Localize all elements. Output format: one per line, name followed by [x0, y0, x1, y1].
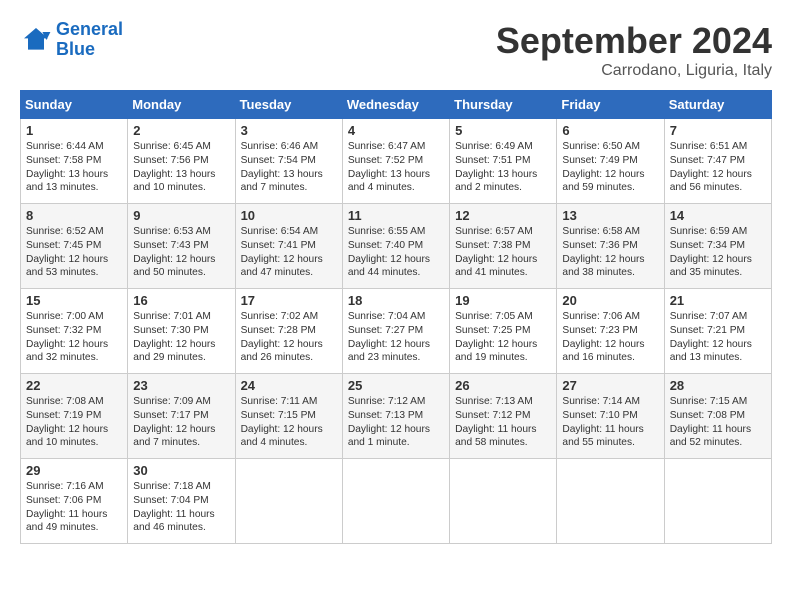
table-row: 30Sunrise: 7:18 AMSunset: 7:04 PMDayligh…	[128, 459, 235, 544]
table-row: 3Sunrise: 6:46 AMSunset: 7:54 PMDaylight…	[235, 119, 342, 204]
table-row: 20Sunrise: 7:06 AMSunset: 7:23 PMDayligh…	[557, 289, 664, 374]
table-row: 18Sunrise: 7:04 AMSunset: 7:27 PMDayligh…	[342, 289, 449, 374]
table-row: 28Sunrise: 7:15 AMSunset: 7:08 PMDayligh…	[664, 374, 771, 459]
page-header: General Blue September 2024 Carrodano, L…	[20, 20, 772, 80]
col-monday: Monday	[128, 91, 235, 119]
table-row: 12Sunrise: 6:57 AMSunset: 7:38 PMDayligh…	[450, 204, 557, 289]
col-wednesday: Wednesday	[342, 91, 449, 119]
table-row: 9Sunrise: 6:53 AMSunset: 7:43 PMDaylight…	[128, 204, 235, 289]
table-row: 23Sunrise: 7:09 AMSunset: 7:17 PMDayligh…	[128, 374, 235, 459]
col-sunday: Sunday	[21, 91, 128, 119]
table-row: 1Sunrise: 6:44 AMSunset: 7:58 PMDaylight…	[21, 119, 128, 204]
table-row: 26Sunrise: 7:13 AMSunset: 7:12 PMDayligh…	[450, 374, 557, 459]
table-row: 8Sunrise: 6:52 AMSunset: 7:45 PMDaylight…	[21, 204, 128, 289]
table-row	[342, 459, 449, 544]
logo-text: General Blue	[56, 20, 123, 60]
table-row: 25Sunrise: 7:12 AMSunset: 7:13 PMDayligh…	[342, 374, 449, 459]
month-title: September 2024	[496, 20, 772, 62]
logo-line1: General	[56, 19, 123, 39]
location-title: Carrodano, Liguria, Italy	[496, 62, 772, 80]
table-row: 13Sunrise: 6:58 AMSunset: 7:36 PMDayligh…	[557, 204, 664, 289]
table-row	[664, 459, 771, 544]
table-row: 11Sunrise: 6:55 AMSunset: 7:40 PMDayligh…	[342, 204, 449, 289]
col-saturday: Saturday	[664, 91, 771, 119]
table-row: 21Sunrise: 7:07 AMSunset: 7:21 PMDayligh…	[664, 289, 771, 374]
table-row	[450, 459, 557, 544]
table-row: 22Sunrise: 7:08 AMSunset: 7:19 PMDayligh…	[21, 374, 128, 459]
table-row	[557, 459, 664, 544]
table-row	[235, 459, 342, 544]
table-row: 7Sunrise: 6:51 AMSunset: 7:47 PMDaylight…	[664, 119, 771, 204]
table-row: 4Sunrise: 6:47 AMSunset: 7:52 PMDaylight…	[342, 119, 449, 204]
logo-line2: Blue	[56, 39, 95, 59]
table-row: 24Sunrise: 7:11 AMSunset: 7:15 PMDayligh…	[235, 374, 342, 459]
calendar-table: Sunday Monday Tuesday Wednesday Thursday…	[20, 90, 772, 544]
table-row: 16Sunrise: 7:01 AMSunset: 7:30 PMDayligh…	[128, 289, 235, 374]
table-row: 29Sunrise: 7:16 AMSunset: 7:06 PMDayligh…	[21, 459, 128, 544]
table-row: 2Sunrise: 6:45 AMSunset: 7:56 PMDaylight…	[128, 119, 235, 204]
table-row: 6Sunrise: 6:50 AMSunset: 7:49 PMDaylight…	[557, 119, 664, 204]
title-block: September 2024 Carrodano, Liguria, Italy	[496, 20, 772, 80]
table-row: 5Sunrise: 6:49 AMSunset: 7:51 PMDaylight…	[450, 119, 557, 204]
logo-icon	[20, 24, 52, 56]
logo: General Blue	[20, 20, 123, 60]
col-friday: Friday	[557, 91, 664, 119]
col-tuesday: Tuesday	[235, 91, 342, 119]
table-row: 17Sunrise: 7:02 AMSunset: 7:28 PMDayligh…	[235, 289, 342, 374]
table-row: 27Sunrise: 7:14 AMSunset: 7:10 PMDayligh…	[557, 374, 664, 459]
col-thursday: Thursday	[450, 91, 557, 119]
table-row: 19Sunrise: 7:05 AMSunset: 7:25 PMDayligh…	[450, 289, 557, 374]
table-row: 10Sunrise: 6:54 AMSunset: 7:41 PMDayligh…	[235, 204, 342, 289]
table-row: 15Sunrise: 7:00 AMSunset: 7:32 PMDayligh…	[21, 289, 128, 374]
table-row: 14Sunrise: 6:59 AMSunset: 7:34 PMDayligh…	[664, 204, 771, 289]
calendar-header-row: Sunday Monday Tuesday Wednesday Thursday…	[21, 91, 772, 119]
